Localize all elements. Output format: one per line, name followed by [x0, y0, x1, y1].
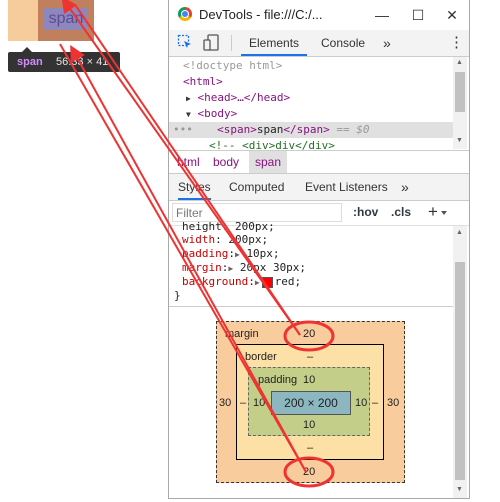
- device-toggle-icon[interactable]: [203, 34, 219, 51]
- window-title: DevTools - file:///C:/...: [199, 7, 323, 22]
- margin-right[interactable]: 30: [387, 397, 399, 409]
- dom-head[interactable]: ▶ <head>…</head>: [169, 90, 469, 106]
- margin-val[interactable]: 20px 30px;: [240, 261, 306, 274]
- ellipsis-icon[interactable]: •••: [173, 123, 193, 136]
- crumb-html[interactable]: html: [177, 151, 200, 173]
- border-right[interactable]: –: [372, 397, 378, 409]
- dom-body[interactable]: ▼ <body>: [169, 106, 469, 122]
- scroll-up-arrow-icon[interactable]: ▲: [456, 59, 463, 66]
- css-padding[interactable]: padding:▶ 10px;: [182, 247, 280, 261]
- margin-top[interactable]: 20: [303, 328, 315, 340]
- dom-doctype[interactable]: <!doctype html>: [169, 58, 466, 74]
- padding-val[interactable]: 10px;: [246, 247, 279, 260]
- selected-marker: == $0: [336, 123, 370, 136]
- tab-elements[interactable]: Elements: [241, 30, 308, 56]
- padding-prop[interactable]: padding: [182, 247, 228, 260]
- tooltip-size: 56.33 × 41: [56, 56, 109, 68]
- box-model: margin 20 20 30 30 border – – – – paddin…: [169, 306, 453, 498]
- width-prop[interactable]: width: [182, 233, 215, 246]
- css-margin[interactable]: margin:▶ 20px 30px;: [182, 261, 306, 275]
- margin-bottom[interactable]: 20: [303, 466, 315, 478]
- tab-styles[interactable]: Styles: [178, 174, 211, 200]
- maximize-button[interactable]: ☐: [409, 6, 427, 24]
- padding-bottom[interactable]: 10: [303, 419, 315, 431]
- margin-label: margin: [225, 328, 259, 340]
- expand-padding-icon[interactable]: ▶: [235, 250, 240, 259]
- add-rule-dropdown-icon[interactable]: [441, 211, 447, 215]
- span-close-tag: </span>: [283, 123, 330, 136]
- css-width[interactable]: width: 200px;: [182, 233, 268, 247]
- dom-scrollbar-thumb[interactable]: [455, 72, 465, 112]
- cls-button[interactable]: .cls: [391, 205, 411, 219]
- sidebar-tabs: Styles Computed Event Listeners »: [169, 174, 469, 201]
- chrome-icon: [178, 7, 192, 21]
- margin-prop[interactable]: margin: [182, 261, 222, 274]
- tab-event-listeners[interactable]: Event Listeners: [305, 174, 388, 200]
- border-top[interactable]: –: [307, 351, 313, 363]
- devtools-window: DevTools - file:///C:/... — ☐ ✕ Elements…: [168, 0, 470, 499]
- css-close-brace: }: [174, 289, 181, 302]
- span-open-tag: <span>: [217, 123, 257, 136]
- close-button[interactable]: ✕: [443, 6, 461, 24]
- menu-button[interactable]: ⋮: [449, 30, 464, 56]
- padding-left[interactable]: 10: [253, 397, 265, 409]
- tab-computed[interactable]: Computed: [229, 174, 284, 200]
- css-background[interactable]: background:▶ red;: [182, 275, 301, 289]
- tooltip-tag: span: [17, 56, 43, 68]
- inspect-element-icon[interactable]: [177, 34, 193, 50]
- color-swatch-icon[interactable]: [261, 276, 273, 288]
- expand-background-icon[interactable]: ▶: [255, 278, 260, 287]
- crumb-body[interactable]: body: [213, 151, 239, 173]
- panel-tabs: Elements Console » ⋮: [169, 30, 469, 57]
- html-tag: <html>: [183, 75, 223, 88]
- body-tag: <body>: [197, 107, 238, 120]
- styles-rules: height: 200px; width: 200px; padding:▶ 1…: [169, 220, 453, 306]
- border-label: border: [245, 351, 277, 363]
- dom-span-selected[interactable]: ••• <span>span</span> == $0: [169, 122, 456, 138]
- span-content: span: [44, 8, 88, 30]
- dom-html[interactable]: <html>: [169, 74, 466, 90]
- add-rule-button[interactable]: +: [428, 202, 438, 222]
- styles-scrollbar-thumb[interactable]: [455, 262, 465, 480]
- element-tooltip: span 56.33 × 41: [8, 52, 120, 72]
- tab-console[interactable]: Console: [321, 30, 365, 56]
- padding-label: padding: [258, 374, 298, 386]
- head-tag: <head>…</head>: [197, 91, 291, 104]
- dom-tree: <!doctype html> <html> ▶ <head>…</head> …: [169, 57, 456, 152]
- span-text: span: [256, 123, 284, 136]
- expand-triangle-icon[interactable]: ▶: [186, 94, 191, 103]
- minimize-button[interactable]: —: [373, 6, 391, 24]
- width-val[interactable]: 200px;: [228, 233, 268, 246]
- border-bottom[interactable]: –: [307, 442, 313, 454]
- crumb-span[interactable]: span: [249, 151, 288, 173]
- background-val[interactable]: red;: [275, 275, 302, 288]
- background-prop[interactable]: background: [182, 275, 248, 288]
- breadcrumb: html body span: [169, 150, 469, 174]
- doctype-text: <!doctype html>: [183, 59, 283, 72]
- expand-margin-icon[interactable]: ▶: [228, 264, 233, 273]
- more-tabs-button[interactable]: »: [383, 30, 391, 56]
- styles-scroll-down-icon[interactable]: ▼: [456, 486, 463, 493]
- title-bar: DevTools - file:///C:/... — ☐ ✕: [169, 0, 469, 30]
- padding-top[interactable]: 10: [303, 374, 315, 386]
- hov-button[interactable]: :hov: [353, 205, 378, 219]
- toolbar-divider: [231, 35, 232, 51]
- css-partial: height: 200px;: [182, 220, 275, 233]
- collapse-triangle-icon[interactable]: ▼: [186, 110, 191, 119]
- margin-left[interactable]: 30: [219, 397, 231, 409]
- padding-right[interactable]: 10: [355, 397, 367, 409]
- border-left[interactable]: –: [240, 397, 246, 409]
- scroll-down-arrow-icon[interactable]: ▼: [456, 137, 463, 144]
- more-sidebar-tabs-button[interactable]: »: [401, 174, 409, 200]
- box-model-content[interactable]: 200 × 200: [271, 391, 351, 415]
- css-partial-line: height: 200px;: [182, 220, 275, 234]
- styles-scroll-up-icon[interactable]: ▲: [456, 229, 463, 236]
